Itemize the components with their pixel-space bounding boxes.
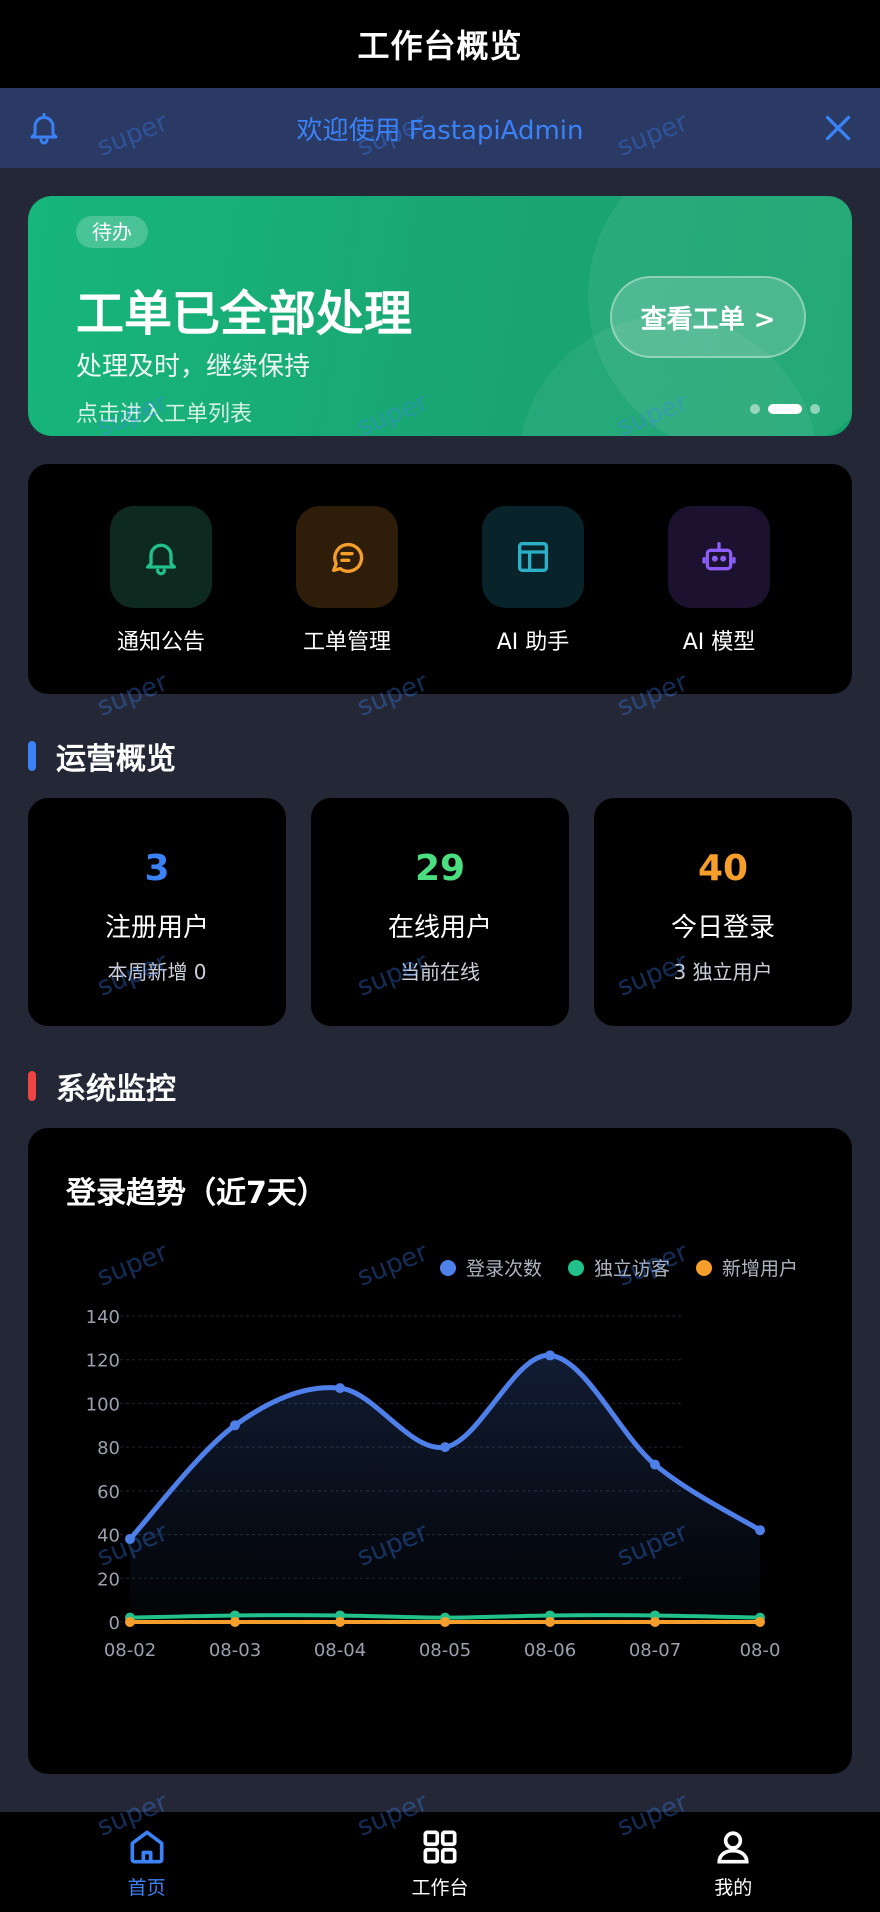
data-point xyxy=(545,1617,555,1627)
bell-icon xyxy=(110,506,212,608)
robot-icon xyxy=(668,506,770,608)
stat-value: 3 xyxy=(144,848,170,889)
bell-icon xyxy=(30,113,58,145)
close-icon[interactable] xyxy=(820,110,856,146)
top-bar: 工作台概览 xyxy=(0,0,880,88)
section-monitor: 系统监控 xyxy=(28,1066,176,1107)
grid-icon xyxy=(423,1830,457,1863)
x-tick-label: 08-03 xyxy=(209,1640,261,1661)
x-tick-label: 08-0 xyxy=(740,1640,781,1661)
series-area xyxy=(130,1355,760,1622)
stat-desc: 3 独立用户 xyxy=(673,960,773,984)
legend-marker xyxy=(568,1260,584,1276)
x-tick-label: 08-07 xyxy=(629,1640,681,1661)
section-ops: 运营概览 xyxy=(28,736,176,777)
todo-tag: 待办 xyxy=(76,216,148,248)
stat-name: 今日登录 xyxy=(670,913,775,943)
stat-value: 29 xyxy=(414,848,466,889)
section-bar xyxy=(28,741,36,771)
y-tick-label: 80 xyxy=(97,1438,120,1459)
stat-card-registered[interactable]: 3 注册用户 本周新增 0 xyxy=(28,798,286,1026)
legend-label: 独立访客 xyxy=(594,1258,670,1280)
layout-icon xyxy=(482,506,584,608)
data-point xyxy=(230,1420,240,1431)
stat-card-logins[interactable]: 40 今日登录 3 独立用户 xyxy=(594,798,852,1026)
carousel-dot[interactable] xyxy=(750,404,760,414)
tab-home[interactable]: 首页 xyxy=(72,1825,222,1900)
data-point xyxy=(755,1525,765,1536)
todo-banner[interactable]: 待办 工单已全部处理 处理及时，继续保持 点击进入工单列表 查看工单 > xyxy=(28,196,852,436)
data-point xyxy=(230,1617,240,1627)
data-point xyxy=(125,1533,135,1544)
legend-label: 登录次数 xyxy=(466,1258,542,1280)
tab-label: 首页 xyxy=(127,1876,166,1899)
y-tick-label: 40 xyxy=(97,1526,120,1547)
view-tickets-button[interactable]: 查看工单 > xyxy=(610,276,806,358)
stat-value: 40 xyxy=(697,848,749,889)
stat-name: 注册用户 xyxy=(104,913,209,943)
carousel-indicator[interactable] xyxy=(750,404,820,414)
data-point xyxy=(650,1459,660,1470)
legend-label: 新增用户 xyxy=(722,1258,798,1280)
data-point xyxy=(440,1617,450,1627)
quick-item-label: 工单管理 xyxy=(302,630,391,655)
page-title: 工作台概览 xyxy=(357,27,523,65)
quick-item-ai-model[interactable]: AI 模型 xyxy=(649,506,789,694)
data-point xyxy=(335,1617,345,1627)
quick-item-ai-assistant[interactable]: AI 助手 xyxy=(463,506,603,694)
user-icon xyxy=(717,1830,749,1863)
y-tick-label: 60 xyxy=(97,1482,120,1503)
tab-label: 工作台 xyxy=(411,1876,469,1899)
data-point xyxy=(125,1617,135,1627)
notice-text: 欢迎使用 FastapiAdmin xyxy=(296,115,584,146)
login-trend-chart[interactable]: 0 20 40 60 80 100 120 140 08-02 08-03 08-04 08-05 08… xyxy=(28,1128,852,1774)
home-icon xyxy=(130,1830,164,1863)
x-tick-label: 08-06 xyxy=(524,1640,576,1661)
stat-card-online[interactable]: 29 在线用户 当前在线 xyxy=(311,798,569,1026)
x-tick-label: 08-02 xyxy=(104,1640,156,1661)
notice-bar[interactable]: 欢迎使用 FastapiAdmin xyxy=(0,88,880,168)
data-point xyxy=(755,1617,765,1627)
y-tick-label: 0 xyxy=(109,1613,120,1634)
x-tick-label: 08-05 xyxy=(419,1640,471,1661)
carousel-dot[interactable] xyxy=(810,404,820,414)
quick-actions: 通知公告 工单管理 AI 助手 AI 模型 xyxy=(28,464,852,694)
y-tick-label: 20 xyxy=(97,1569,120,1590)
message-icon xyxy=(296,506,398,608)
tab-workbench[interactable]: 工作台 xyxy=(365,1825,515,1900)
legend-marker xyxy=(440,1260,456,1276)
data-point xyxy=(440,1442,450,1453)
carousel-dot-active[interactable] xyxy=(768,404,802,414)
stat-desc: 本周新增 0 xyxy=(107,960,207,984)
section-title: 系统监控 xyxy=(56,1072,176,1107)
stat-name: 在线用户 xyxy=(387,913,492,943)
quick-item-tickets[interactable]: 工单管理 xyxy=(277,506,417,694)
login-trend-card: 登录趋势（近7天） 0 20 40 60 80 100 120 140 08-02 08-03 08… xyxy=(28,1128,852,1774)
data-point xyxy=(650,1617,660,1627)
banner-hint[interactable]: 点击进入工单列表 xyxy=(76,396,252,428)
banner-title: 工单已全部处理 xyxy=(76,286,413,342)
quick-item-notice[interactable]: 通知公告 xyxy=(91,506,231,694)
section-bar xyxy=(28,1071,36,1101)
data-point xyxy=(335,1383,345,1394)
legend-marker xyxy=(696,1260,712,1276)
x-tick-label: 08-04 xyxy=(314,1640,366,1661)
section-title: 运营概览 xyxy=(56,742,176,777)
data-point xyxy=(545,1350,555,1361)
y-tick-label: 140 xyxy=(86,1307,120,1328)
tab-label: 我的 xyxy=(714,1876,753,1899)
y-tick-label: 120 xyxy=(86,1351,120,1372)
quick-item-label: AI 助手 xyxy=(496,630,570,655)
bottom-tab-bar: 首页 工作台 我的 xyxy=(0,1812,880,1912)
stat-desc: 当前在线 xyxy=(400,960,480,984)
y-tick-label: 100 xyxy=(86,1394,120,1415)
tab-profile[interactable]: 我的 xyxy=(658,1825,808,1900)
banner-subtitle: 处理及时，继续保持 xyxy=(76,352,311,382)
quick-item-label: 通知公告 xyxy=(116,630,205,655)
quick-item-label: AI 模型 xyxy=(682,630,756,655)
